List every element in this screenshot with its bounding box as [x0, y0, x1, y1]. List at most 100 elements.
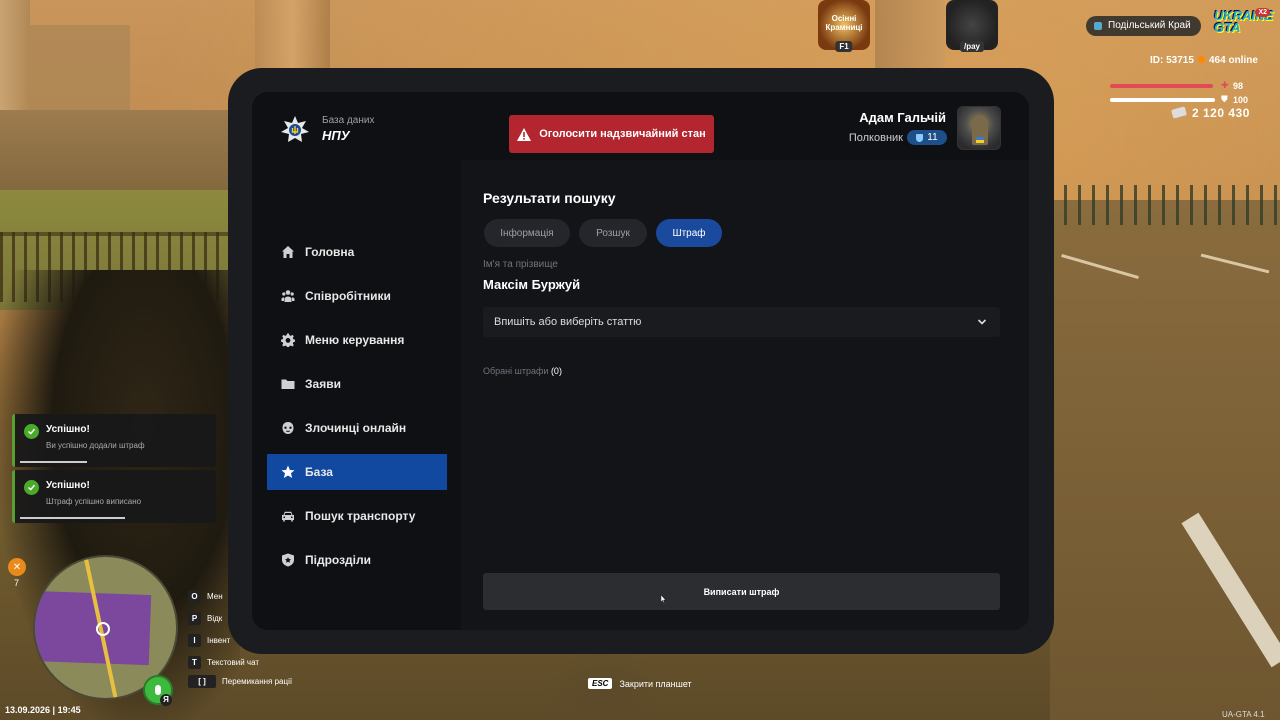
- hotkey-key: [ ]: [188, 674, 216, 688]
- declare-emergency-button[interactable]: Оголосити надзвичайний стан: [509, 115, 714, 153]
- player-id: ID: 53715: [1150, 55, 1194, 66]
- background-building: [20, 25, 130, 120]
- tab-information[interactable]: Інформація: [484, 219, 570, 247]
- esc-key: ESC: [588, 678, 613, 689]
- issue-fine-button[interactable]: Виписати штраф: [483, 573, 1000, 610]
- avatar: [957, 106, 1001, 150]
- article-select[interactable]: Впишіть або виберіть статтю: [483, 307, 1000, 337]
- sidebar-item-home[interactable]: Головна: [267, 234, 447, 270]
- name-label: Ім'я та прізвище: [483, 259, 558, 270]
- notification-progress: [20, 461, 87, 463]
- shield-icon: [281, 553, 295, 567]
- sidebar-item-criminals-online[interactable]: Злочинці онлайн: [267, 410, 447, 446]
- sidebar-item-employees[interactable]: Співробітники: [267, 278, 447, 314]
- tab-wanted[interactable]: Розшук: [579, 219, 647, 247]
- health-bar: [1110, 84, 1213, 88]
- check-icon: [24, 424, 39, 439]
- hotkey-open: P Відк: [188, 611, 222, 625]
- hotkey-key: P: [188, 611, 201, 625]
- car-icon: [281, 509, 295, 523]
- brand-title: НПУ: [322, 128, 350, 143]
- hotkey-radio: [ ] Перемикання рації: [188, 674, 292, 688]
- home-icon: [281, 245, 295, 259]
- sidebar-item-label: Головна: [305, 245, 355, 259]
- pay-command: /pay: [959, 41, 985, 52]
- gear-icon: [281, 333, 295, 347]
- hotkey-label: Інвент: [207, 635, 231, 645]
- sidebar-item-vehicle-search[interactable]: Пошук транспорту: [267, 498, 447, 534]
- article-select-placeholder: Впишіть або виберіть статтю: [494, 316, 642, 328]
- page-title: Результати пошуку: [483, 190, 616, 206]
- tab-fine[interactable]: Штраф: [656, 219, 722, 247]
- rank-level-badge: 11: [907, 130, 947, 145]
- hotkey-chat: T Текстовий чат: [188, 655, 259, 669]
- money-display: 2 120 430: [1171, 106, 1250, 120]
- hotkey-label: Відк: [207, 613, 223, 623]
- hotkey-key: O: [188, 589, 201, 603]
- chosen-fines: Обрані штрафи (0): [483, 366, 562, 376]
- sidebar-item-database[interactable]: База: [267, 454, 447, 490]
- npu-brand: База даних НПУ: [280, 113, 430, 147]
- shop-promo-label: Осінні Крамниці: [825, 14, 863, 32]
- sidebar-item-applications[interactable]: Заяви: [267, 366, 447, 402]
- notification-text: Штраф успішно виписано: [46, 497, 142, 506]
- ring-count: 7: [14, 578, 20, 588]
- notification: Успішно! Штраф успішно виписано: [12, 470, 216, 523]
- hotkey-key: T: [188, 655, 201, 669]
- date-time: 13.09.2026 | 19:45: [5, 705, 81, 715]
- pay-promo[interactable]: /pay: [946, 0, 998, 52]
- money-icon: [1171, 106, 1187, 119]
- sidebar-item-label: Злочинці онлайн: [305, 421, 407, 435]
- mouse-cursor-icon: [661, 595, 666, 603]
- sidebar-item-label: Підрозділи: [305, 553, 371, 567]
- background-church: [0, 0, 30, 110]
- chevron-down-icon: [977, 319, 987, 325]
- rank-level: 11: [927, 132, 938, 143]
- road-marking: [1061, 254, 1139, 279]
- autumn-shop-promo[interactable]: Осінні Крамниці F1: [818, 0, 870, 52]
- minimap-zone: [35, 590, 152, 666]
- notification-text: Ви успішно додали штраф: [46, 441, 145, 450]
- background-fence: [1050, 185, 1280, 225]
- name-value: Максім Буржуй: [483, 277, 581, 292]
- sidebar-item-label: Пошук транспорту: [305, 509, 416, 523]
- health-icon: ✚: [1221, 80, 1229, 90]
- police-star-icon: [281, 116, 309, 142]
- online-count: 464 online: [1198, 55, 1258, 66]
- notification-title: Успішно!: [46, 424, 90, 435]
- background-road: [1050, 200, 1280, 720]
- sidebar-item-divisions[interactable]: Підрозділи: [267, 542, 447, 578]
- background-tower: [255, 0, 330, 70]
- mask-icon: [281, 421, 295, 435]
- check-icon: [24, 480, 39, 495]
- sidebar-item-label: Співробітники: [305, 289, 391, 303]
- close-tablet-hint: ESC Закрити планшет: [588, 678, 692, 689]
- microphone-icon: [155, 685, 161, 695]
- hotkey-inventory: I Інвент: [188, 633, 230, 647]
- online-dot-icon: [1198, 56, 1205, 63]
- chosen-fines-count: (0): [550, 366, 562, 376]
- sidebar-item-label: База: [305, 465, 333, 479]
- hotkey-label: Текстовий чат: [207, 657, 260, 667]
- hotkey-menu: O Мен: [188, 589, 223, 603]
- server-logo: UKRAINE GTA X2: [1214, 8, 1273, 40]
- people-icon: [281, 289, 295, 303]
- rank-shield-icon: [916, 133, 924, 142]
- game-version: UA-GTA 4.1: [1222, 710, 1265, 719]
- notification-progress: [20, 517, 125, 519]
- health-value: 98: [1233, 81, 1244, 91]
- sidebar-item-label: Меню керування: [305, 333, 405, 347]
- player-marker-icon: [96, 622, 110, 636]
- brand-subtitle: База даних: [322, 115, 375, 126]
- background-grass: [0, 190, 235, 310]
- emergency-label: Оголосити надзвичайний стан: [539, 128, 706, 140]
- road-marking: [1181, 512, 1280, 668]
- notification: Успішно! Ви успішно додали штраф: [12, 414, 216, 467]
- region-badge: Подільський Край: [1086, 16, 1201, 36]
- close-tablet-label: Закрити планшет: [619, 678, 692, 689]
- region-name: Подільський Край: [1108, 20, 1191, 31]
- background-wall: [0, 110, 240, 205]
- armor-icon: ⛊: [1221, 94, 1228, 104]
- sidebar-item-control-menu[interactable]: Меню керування: [267, 322, 447, 358]
- sidebar-item-label: Заяви: [305, 377, 341, 391]
